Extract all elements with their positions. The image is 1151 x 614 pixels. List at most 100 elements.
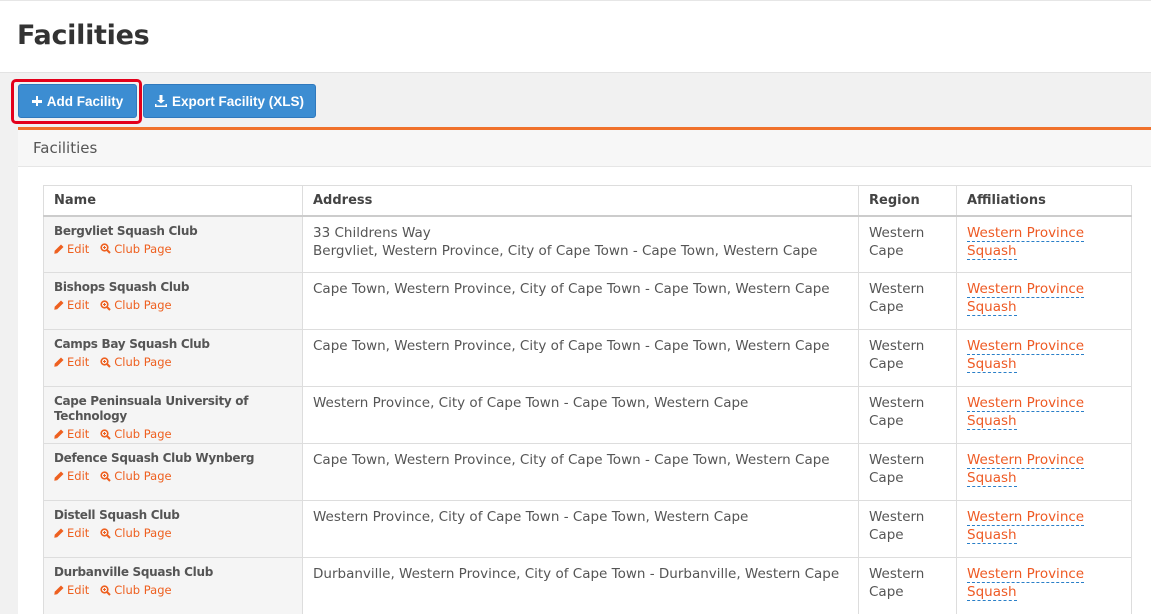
table-header-row: Name Address Region Affiliations <box>43 185 1132 217</box>
region-line-2: Cape <box>869 527 904 543</box>
address-line-2: Bergvliet, Western Province, City of Cap… <box>313 242 818 259</box>
pencil-icon <box>54 585 64 595</box>
region-line-1: Western <box>869 452 925 468</box>
affiliation-link[interactable]: Western Province Squash <box>967 452 1085 487</box>
name-cell: Durbanville Squash Club Edit Club Page <box>43 557 303 614</box>
address-line-1: Western Province, City of Cape Town - Ca… <box>313 509 749 525</box>
address-line-1: Cape Town, Western Province, City of Cap… <box>313 452 830 468</box>
edit-link[interactable]: Edit <box>54 526 89 540</box>
club-page-label: Club Page <box>114 355 172 369</box>
edit-link[interactable]: Edit <box>54 298 89 312</box>
affiliation-link[interactable]: Western Province Squash <box>967 395 1085 430</box>
edit-link[interactable]: Edit <box>54 583 89 597</box>
edit-link[interactable]: Edit <box>54 355 89 369</box>
address-cell: Cape Town, Western Province, City of Cap… <box>302 443 859 501</box>
table-row: Bergvliet Squash Club Edit Club Page 33 … <box>43 215 1132 273</box>
add-facility-button[interactable]: Add Facility <box>18 84 137 118</box>
column-header-name[interactable]: Name <box>43 185 303 217</box>
club-page-label: Club Page <box>114 583 172 597</box>
region-cell: Western Cape <box>858 329 957 387</box>
edit-label: Edit <box>67 241 90 256</box>
affiliations-cell: Western Province Squash <box>956 329 1132 387</box>
edit-label: Edit <box>67 355 90 369</box>
address-cell: Western Province, City of Cape Town - Ca… <box>302 500 859 558</box>
edit-link[interactable]: Edit <box>54 469 89 483</box>
row-actions: Edit Club Page <box>54 298 292 312</box>
region-line-1: Western <box>869 395 925 411</box>
address-cell: Durbanville, Western Province, City of C… <box>302 557 859 614</box>
column-header-affiliations[interactable]: Affiliations <box>956 185 1132 217</box>
club-page-link[interactable]: Club Page <box>100 298 172 312</box>
address-line-1: Cape Town, Western Province, City of Cap… <box>313 338 830 354</box>
edit-label: Edit <box>67 298 90 312</box>
club-page-label: Club Page <box>114 298 172 312</box>
club-page-link[interactable]: Club Page <box>100 355 172 369</box>
club-page-link[interactable]: Club Page <box>100 241 172 256</box>
zoom-icon <box>100 470 111 482</box>
top-divider <box>0 0 1151 1</box>
export-facility-label: Export Facility (XLS) <box>171 93 305 109</box>
affiliation-link[interactable]: Western Province Squash <box>967 281 1085 316</box>
zoom-icon <box>100 243 111 254</box>
club-page-link[interactable]: Club Page <box>100 583 172 597</box>
row-actions: Edit Club Page <box>54 242 292 256</box>
edit-label: Edit <box>67 427 90 441</box>
pencil-icon <box>54 471 64 481</box>
club-page-label: Club Page <box>114 469 172 483</box>
edit-label: Edit <box>67 526 90 540</box>
region-line-2: Cape <box>869 356 904 372</box>
row-actions: Edit Club Page <box>54 355 292 369</box>
pencil-icon <box>54 244 64 254</box>
table-row: Defence Squash Club Wynberg Edit Club Pa… <box>43 443 1132 501</box>
table-row: Distell Squash Club Edit Club Page Weste… <box>43 500 1132 558</box>
club-page-link[interactable]: Club Page <box>100 427 172 441</box>
region-line-1: Western <box>869 281 925 297</box>
region-cell: Western Cape <box>858 443 957 501</box>
zoom-icon <box>100 584 111 596</box>
zoom-icon <box>100 299 111 311</box>
address-line-1: 33 Childrens Way <box>313 224 431 241</box>
affiliation-link[interactable]: Western Province Squash <box>967 509 1085 544</box>
facilities-table: Name Address Region Affiliations Bergvli… <box>43 185 1132 614</box>
edit-label: Edit <box>67 469 90 483</box>
club-page-link[interactable]: Club Page <box>100 526 172 540</box>
zoom-icon <box>100 356 111 368</box>
edit-link[interactable]: Edit <box>54 427 89 441</box>
address-cell: Western Province, City of Cape Town - Ca… <box>302 386 859 444</box>
panel-title: Facilities <box>18 130 1151 167</box>
column-header-address[interactable]: Address <box>302 185 859 217</box>
add-facility-label: Add Facility <box>46 93 124 109</box>
region-line-2: Cape <box>869 299 904 315</box>
pencil-icon <box>54 429 64 439</box>
region-line-1: Western <box>869 566 925 582</box>
region-line-2: Cape <box>869 242 904 259</box>
facilities-panel: Facilities Name Address Region Affiliati… <box>18 127 1151 614</box>
affiliations-cell: Western Province Squash <box>956 443 1132 501</box>
address-line-1: Durbanville, Western Province, City of C… <box>313 566 840 582</box>
affiliation-link[interactable]: Western Province Squash <box>967 566 1085 601</box>
facility-name: Cape Peninsuala University of Technology <box>54 394 249 423</box>
facility-name: Distell Squash Club <box>54 508 180 522</box>
column-header-region[interactable]: Region <box>858 185 957 217</box>
affiliation-link[interactable]: Western Province Squash <box>967 338 1085 373</box>
facility-name: Camps Bay Squash Club <box>54 337 210 351</box>
pencil-icon <box>54 528 64 538</box>
region-line-2: Cape <box>869 584 904 600</box>
zoom-icon <box>100 527 111 539</box>
region-cell: Western Cape <box>858 500 957 558</box>
affiliation-link[interactable]: Western Province Squash <box>967 224 1085 260</box>
affiliations-cell: Western Province Squash <box>956 500 1132 558</box>
pencil-icon <box>54 357 64 367</box>
club-page-label: Club Page <box>114 241 172 256</box>
facility-name: Bishops Squash Club <box>54 280 190 294</box>
export-facility-button[interactable]: Export Facility (XLS) <box>143 84 316 118</box>
row-actions: Edit Club Page <box>54 526 292 540</box>
club-page-label: Club Page <box>114 526 172 540</box>
region-cell: Western Cape <box>858 557 957 614</box>
club-page-link[interactable]: Club Page <box>100 469 172 483</box>
edit-link[interactable]: Edit <box>54 242 89 256</box>
name-cell: Camps Bay Squash Club Edit Club Page <box>43 329 303 387</box>
affiliations-cell: Western Province Squash <box>956 386 1132 444</box>
table-row: Camps Bay Squash Club Edit Club Page Cap… <box>43 329 1132 387</box>
zoom-icon <box>100 428 111 440</box>
